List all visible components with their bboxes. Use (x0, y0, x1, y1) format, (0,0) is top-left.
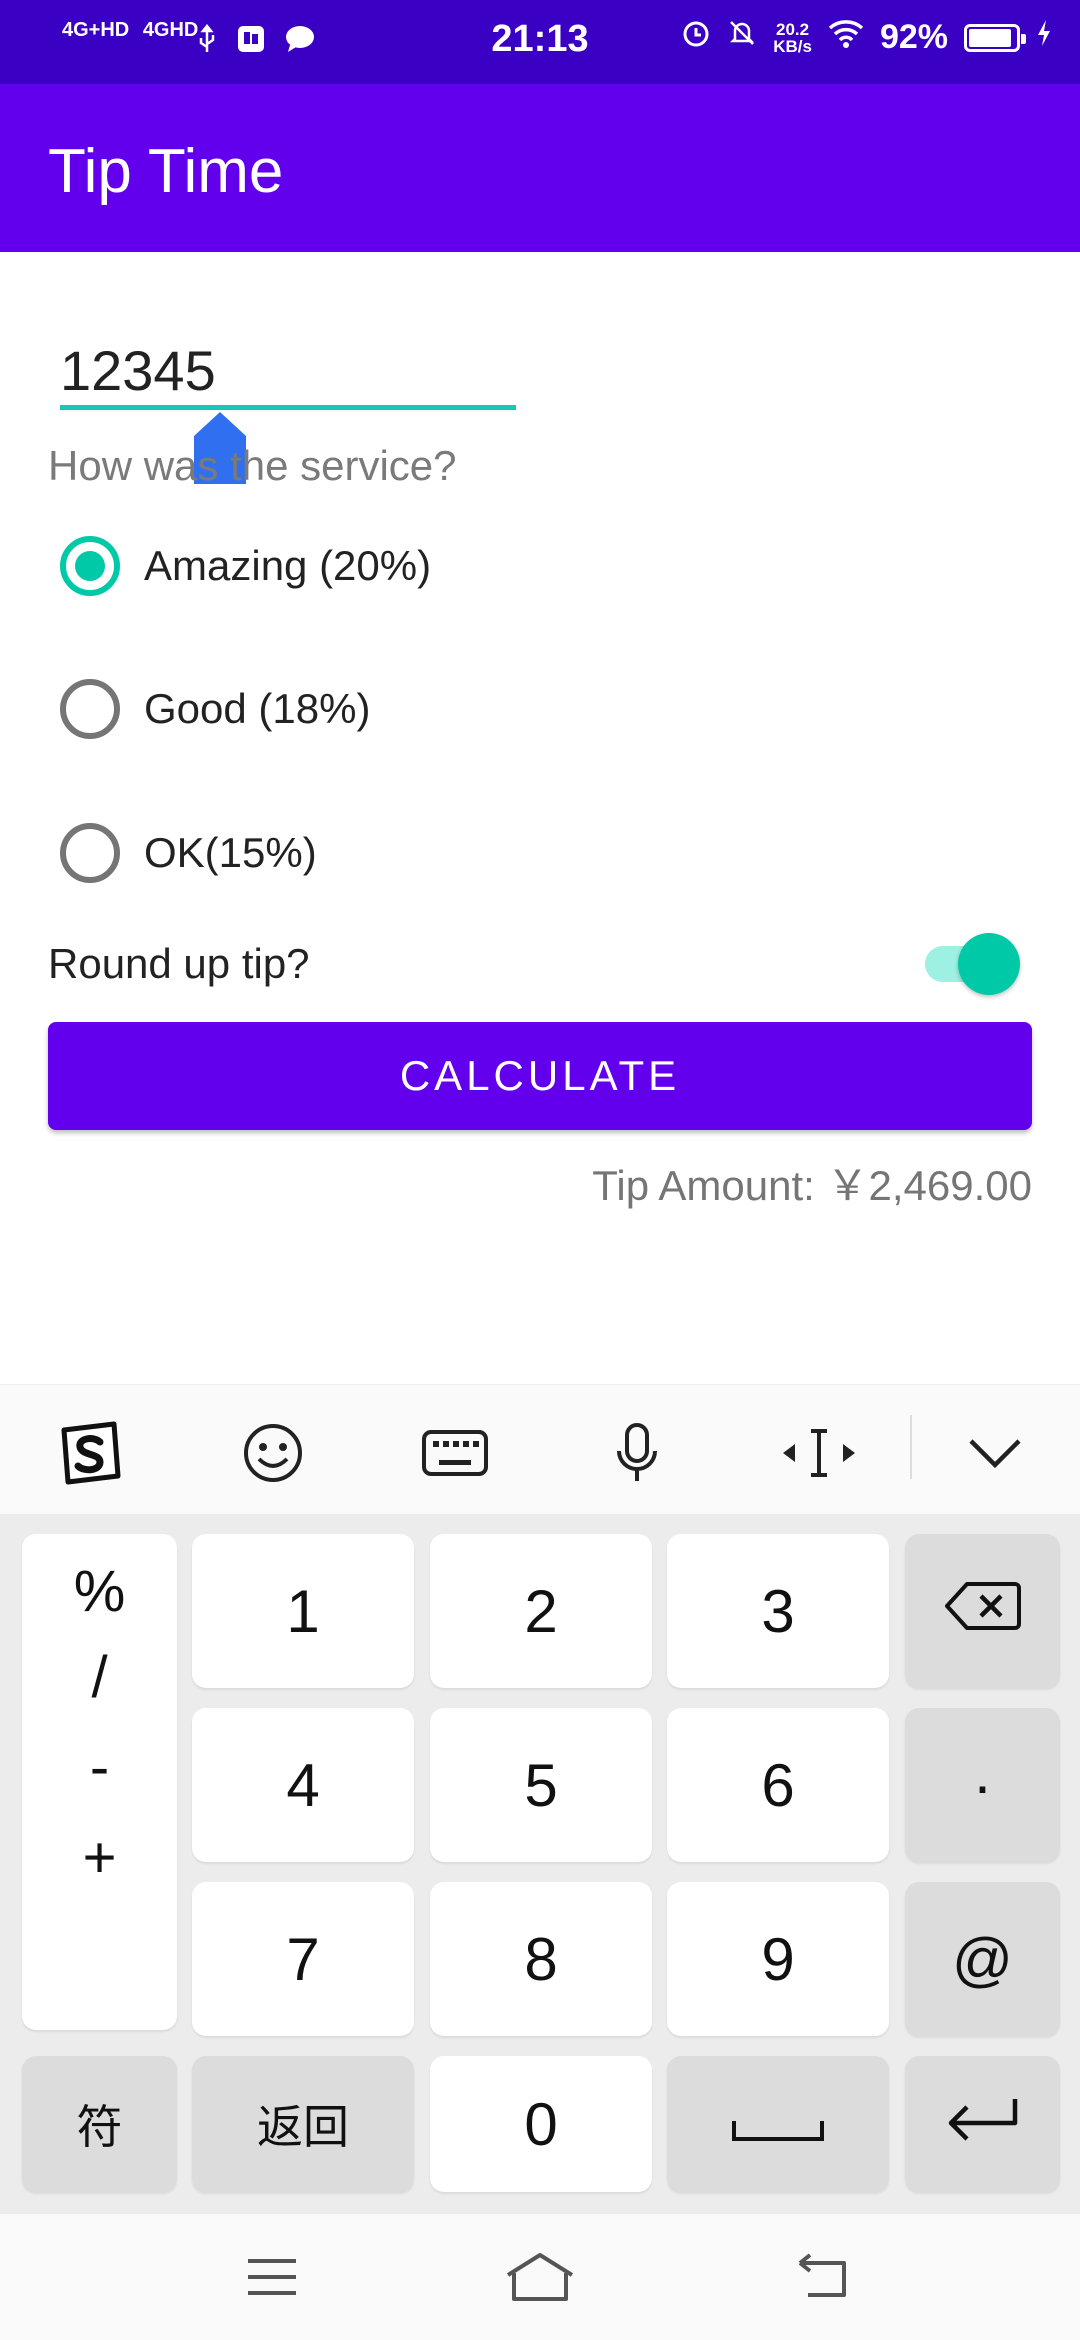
at-key[interactable]: @ (905, 1882, 1060, 2036)
enter-arrow-icon (945, 2090, 1021, 2159)
symbol-key[interactable]: - (22, 1734, 177, 1801)
radio-option-amazing[interactable]: Amazing (20%) (60, 536, 431, 596)
space-icon (730, 2090, 826, 2159)
key-7[interactable]: 7 (192, 1882, 414, 2036)
charging-icon (1036, 18, 1052, 57)
cost-of-service-input[interactable] (60, 330, 516, 410)
radio-button[interactable] (60, 679, 120, 739)
key-6[interactable]: 6 (667, 1708, 889, 1862)
toolbar-divider (910, 1415, 912, 1479)
speed-value: 20.2 (776, 19, 810, 39)
network-speed: 20.2 KB/s (773, 21, 812, 55)
battery-icon (964, 23, 1026, 52)
alarm-icon (681, 18, 711, 57)
radio-label: Good (18%) (144, 685, 371, 732)
cost-input-underline (60, 405, 516, 410)
keyboard-toolbar (0, 1384, 1080, 1514)
menu-icon[interactable] (232, 2244, 312, 2310)
sogou-logo-icon[interactable] (46, 1413, 136, 1493)
keyboard-icon[interactable] (410, 1413, 500, 1493)
space-key[interactable] (667, 2056, 889, 2192)
key-0[interactable]: 0 (430, 2056, 652, 2192)
system-navigation-bar (0, 2214, 1080, 2340)
symbols-switch-key[interactable]: 符 (22, 2056, 177, 2192)
home-icon[interactable] (500, 2244, 580, 2310)
radio-option-ok[interactable]: OK(15%) (60, 823, 317, 883)
radio-label: OK(15%) (144, 829, 317, 876)
round-up-switch-thumb[interactable] (958, 933, 1020, 995)
wifi-icon (828, 18, 864, 57)
radio-option-good[interactable]: Good (18%) (60, 679, 370, 739)
status-right: 20.2 KB/s 92% (681, 18, 1052, 57)
key-9[interactable]: 9 (667, 1882, 889, 2036)
key-5[interactable]: 5 (430, 1708, 652, 1862)
symbols-column[interactable]: % / - + (22, 1534, 177, 2030)
app-bar: Tip Time (0, 84, 1080, 252)
key-4[interactable]: 4 (192, 1708, 414, 1862)
key-2[interactable]: 2 (430, 1534, 652, 1688)
radio-button[interactable] (60, 823, 120, 883)
service-question: How was the service? (48, 442, 457, 489)
tip-amount-result: Tip Amount: ￥2,469.00 (592, 1162, 1032, 1209)
symbol-key[interactable]: % (22, 1558, 177, 1625)
symbol-key[interactable]: + (22, 1824, 177, 1891)
round-up-label: Round up tip? (48, 940, 310, 987)
radio-label: Amazing (20%) (144, 542, 432, 589)
backspace-icon (944, 1577, 1021, 1646)
back-nav-icon[interactable] (784, 2244, 864, 2310)
collapse-chevron-icon[interactable] (950, 1413, 1040, 1493)
speed-unit: KB/s (773, 36, 812, 56)
key-8[interactable]: 8 (430, 1882, 652, 2036)
cursor-move-icon[interactable] (774, 1413, 864, 1493)
radio-button[interactable] (60, 536, 120, 596)
emoji-icon[interactable] (228, 1413, 318, 1493)
key-1[interactable]: 1 (192, 1534, 414, 1688)
mute-bell-icon (727, 18, 757, 57)
enter-key[interactable] (905, 2056, 1060, 2192)
status-bar: 4G+HD 4GHD 21:13 20.2 KB/s 92% (0, 0, 1080, 84)
microphone-icon[interactable] (592, 1413, 682, 1493)
key-3[interactable]: 3 (667, 1534, 889, 1688)
symbol-key[interactable]: / (22, 1644, 177, 1711)
app-title: Tip Time (48, 137, 284, 206)
backspace-key[interactable] (905, 1534, 1060, 1688)
calculate-button[interactable]: CALCULATE (48, 1022, 1032, 1130)
dot-key[interactable]: · (905, 1708, 1060, 1862)
battery-percent: 92% (879, 18, 948, 56)
back-key[interactable]: 返回 (192, 2056, 414, 2192)
numeric-keyboard: % / - + 1 2 3 4 5 6 · 7 8 9 @ 符 返回 0 (0, 1514, 1080, 2214)
